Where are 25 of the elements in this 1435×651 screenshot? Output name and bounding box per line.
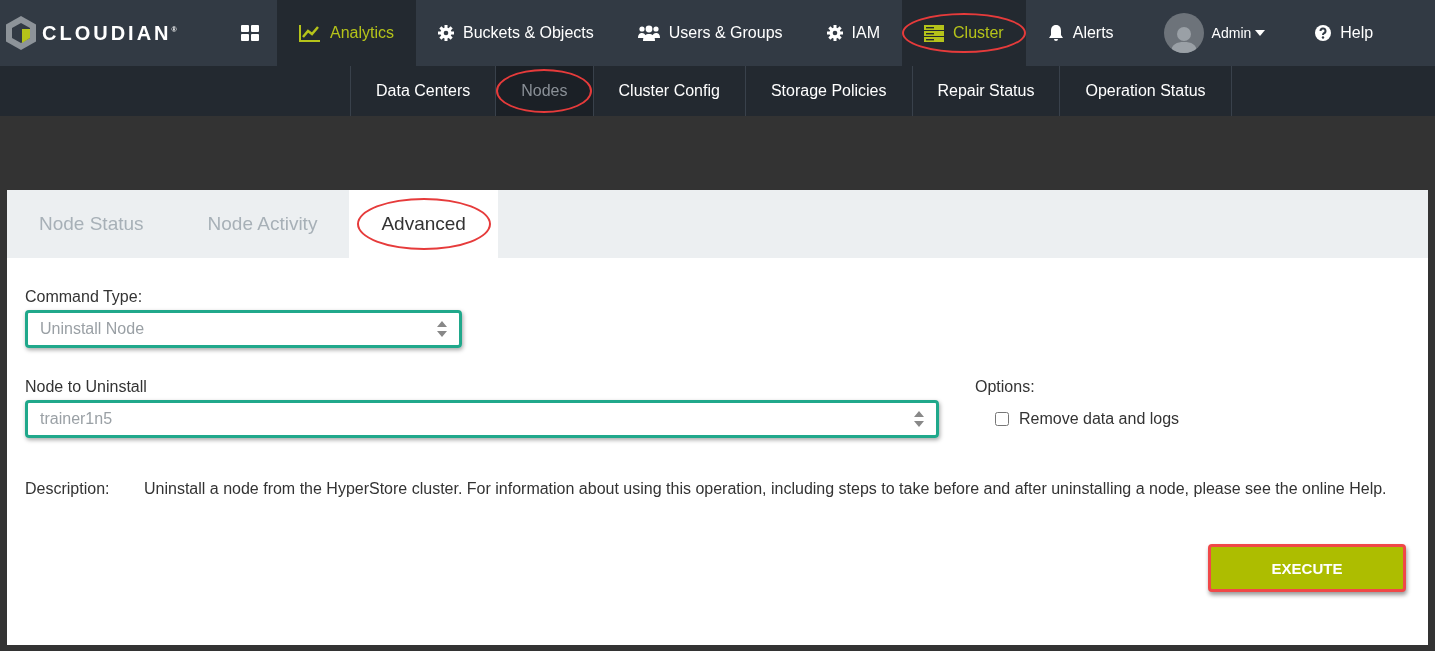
avatar-icon [1163, 13, 1204, 53]
field-label: Node to Uninstall [25, 378, 148, 396]
logo-text: CLOUDIAN$^{®}$ [42, 21, 177, 45]
bell-icon [1047, 24, 1064, 42]
server-icon [924, 24, 944, 42]
nav-tab[interactable]: Cluster [902, 0, 1026, 66]
sort-arrows-icon [914, 411, 924, 427]
grid-icon [241, 25, 259, 41]
line-chart-icon [299, 24, 321, 42]
description-text: Uninstall a node from the HyperStore cluster. For information about using this operation, including steps to take before and after uninstalling a node, please see the online Help. [144, 480, 1387, 498]
checkbox[interactable] [995, 412, 1009, 426]
logo-icon [6, 16, 36, 50]
gear-icon [826, 25, 843, 41]
users-icon [637, 25, 660, 41]
gear-icon [438, 25, 455, 41]
options-label: Options: [975, 378, 1036, 396]
sub-nav-tab[interactable]: Nodes [495, 66, 593, 116]
nav-tab[interactable]: Analytics [277, 0, 417, 66]
field-label: Command Type: [25, 288, 144, 306]
checkbox-label: Remove data and logs [1019, 410, 1180, 428]
sort-arrows-icon [437, 321, 447, 337]
help-icon [1315, 25, 1332, 41]
tab[interactable]: Advanced [349, 190, 498, 258]
caret-icon [1255, 30, 1266, 36]
description-label: Description: [25, 480, 111, 498]
